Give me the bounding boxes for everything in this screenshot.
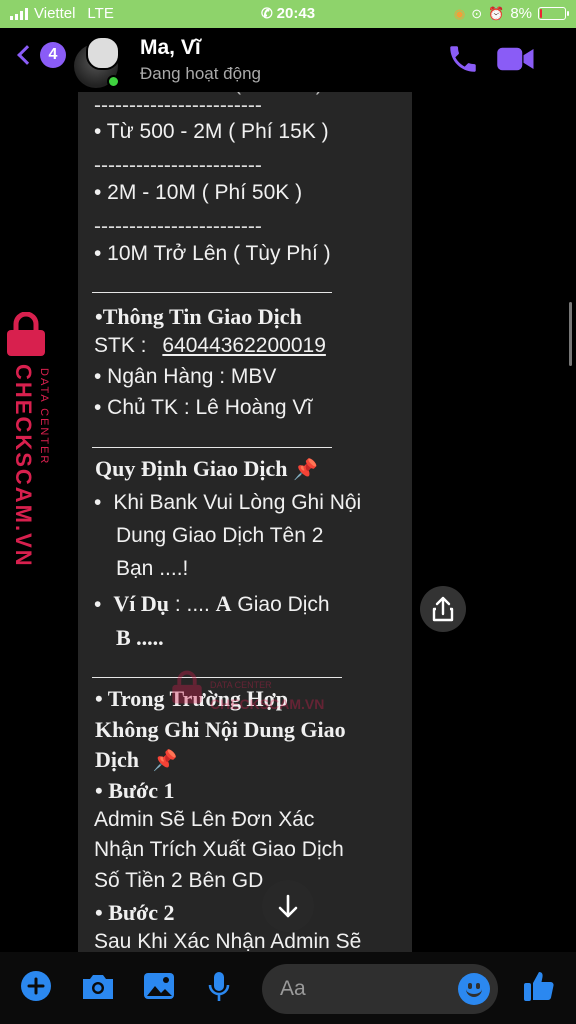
step-heading: • Bước 1: [95, 778, 175, 803]
watermark-center-brand: CHECKSCAM.VN: [210, 696, 325, 712]
alarm-icon: ⏰: [488, 5, 505, 21]
account-number-row: STK : 64044362200019: [94, 334, 326, 358]
divider: [92, 292, 332, 293]
emoji-smile: [466, 989, 482, 997]
contact-name[interactable]: Ma, Vĩ: [140, 36, 201, 60]
rules-heading: Quy Định Giao Dịch 📌: [95, 456, 318, 482]
account-label: STK :: [94, 334, 147, 357]
rule-2: • Ví Dụ : .... A Giao Dịch: [94, 591, 330, 617]
lock-icon: [172, 670, 202, 704]
divider: [92, 447, 332, 448]
pushpin-icon: 📌: [152, 748, 178, 772]
account-owner: • Chủ TK : Lê Hoàng Vĩ: [94, 396, 313, 419]
fee-tier: • Từ 500 - 2M ( Phí 15K ): [94, 120, 329, 143]
rule-2-a: A: [215, 591, 232, 616]
online-indicator: [107, 75, 120, 88]
video-call-icon[interactable]: [496, 44, 536, 74]
back-button[interactable]: 4: [14, 42, 66, 68]
scroll-to-bottom-button[interactable]: [262, 880, 314, 932]
rule-1: • Khi Bank Vui Lòng Ghi Nội: [94, 491, 361, 515]
thumbs-up-icon[interactable]: [522, 968, 556, 1004]
rule-2-mid: : ....: [168, 593, 216, 616]
emoji-icon[interactable]: [458, 973, 490, 1005]
lock-rotation-icon: ⊙: [471, 5, 483, 21]
scrollbar[interactable]: [569, 302, 572, 366]
battery-icon: [538, 7, 569, 20]
contact-status: Đang hoạt động: [140, 64, 261, 83]
watermark-center: DATA CENTER CHECKSCAM.VN: [170, 670, 324, 712]
camera-icon[interactable]: [80, 970, 116, 1002]
clock: 20:43: [276, 5, 316, 22]
rule-1-line: Khi Bank Vui Lòng Ghi Nội: [113, 491, 362, 514]
status-right: ◉ ⊙ ⏰ 8%: [453, 5, 569, 22]
rule-1-line: Bạn ....!: [116, 557, 189, 580]
divider: [92, 677, 342, 678]
bank-name: • Ngân Hàng : MBV: [94, 365, 277, 388]
step-text: Sau Khi Xác Nhận Admin Sẽ: [94, 930, 362, 952]
message-bubble[interactable]: • Từ 100 - 500 ( Phí 5K ) --------------…: [78, 92, 412, 952]
step-text: Số Tiền 2 Bên GD: [94, 869, 264, 892]
step-heading: • Bước 2: [95, 900, 175, 925]
message-composer: [0, 952, 576, 1024]
phone-call-icon[interactable]: [446, 42, 480, 76]
phone-icon: ✆: [260, 5, 273, 21]
status-bar: Viettel LTE ✆ 20:43 ◉ ⊙ ⏰ 8%: [0, 0, 576, 28]
microphone-icon[interactable]: [206, 970, 232, 1004]
fee-tier: • 2M - 10M ( Phí 50K ): [94, 181, 303, 204]
watermark-center-sub: DATA CENTER: [210, 680, 272, 690]
step-text: Nhận Trích Xuất Giao Dịch: [94, 838, 344, 861]
unread-badge: 4: [40, 42, 66, 68]
image-icon[interactable]: [142, 970, 176, 1002]
bullet: •: [94, 593, 102, 616]
location-icon: ◉: [453, 5, 466, 21]
chevron-left-icon: [17, 45, 37, 65]
share-button[interactable]: [420, 586, 466, 632]
rules-heading-text: Quy Định Giao Dịch: [95, 456, 288, 481]
separator: ------------------------: [94, 94, 262, 117]
battery-percent: 8%: [510, 5, 532, 22]
rule-2-rest: Giao Dịch: [231, 593, 330, 616]
rule-1-line: Dung Giao Dịch Tên 2: [116, 524, 324, 547]
watermark-brand: CHECKSCAM.VN: [11, 364, 36, 568]
rule-2-prefix: Ví Dụ: [113, 591, 169, 616]
message-input[interactable]: [280, 964, 450, 1014]
message-input-container[interactable]: [262, 964, 498, 1014]
battery-fill: [540, 9, 542, 18]
share-icon: [432, 596, 454, 622]
arrow-down-icon: [278, 894, 298, 918]
chat-thread[interactable]: • Từ 100 - 500 ( Phí 5K ) --------------…: [0, 92, 576, 952]
plus-icon[interactable]: [20, 970, 52, 1002]
avatar[interactable]: [74, 36, 120, 88]
account-number[interactable]: 64044362200019: [162, 334, 326, 357]
fee-tier: • 10M Trở Lên ( Tùy Phí ): [94, 242, 331, 265]
bullet: •: [94, 491, 102, 514]
chat-header: 4 Ma, Vĩ Đang hoạt động: [0, 28, 576, 92]
watermark-side: CHECKSCAM.VN DATA CENTER: [4, 311, 68, 568]
step-text: Admin Sẽ Lên Đơn Xác: [94, 808, 315, 831]
separator: ------------------------: [94, 215, 262, 238]
pushpin-icon: 📌: [293, 457, 318, 481]
case-heading: Không Ghi Nội Dung Giao: [95, 717, 346, 742]
info-heading: •Thông Tin Giao Dịch: [95, 304, 302, 329]
case-heading: Dịch 📌: [95, 747, 177, 773]
separator: ------------------------: [94, 154, 262, 177]
case-heading-text: Dịch: [95, 747, 139, 772]
watermark-sub: DATA CENTER: [38, 368, 50, 466]
rule-2-b: B .....: [116, 625, 164, 650]
